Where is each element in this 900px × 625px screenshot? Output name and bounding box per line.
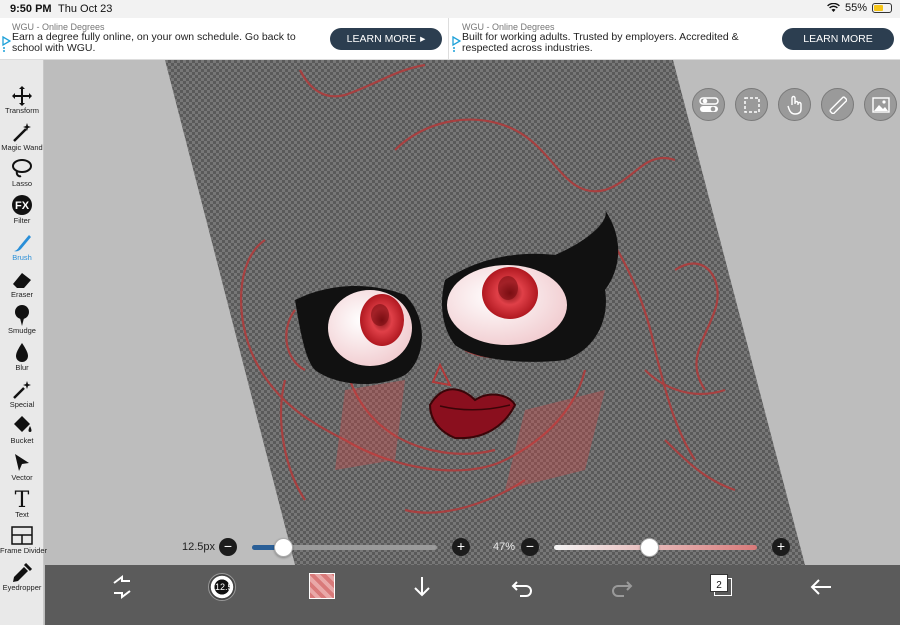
tool-frame-divider[interactable]: Frame Divider xyxy=(0,524,48,560)
tool-label: Blur xyxy=(15,362,29,372)
opacity-thumb[interactable] xyxy=(640,538,660,557)
artwork xyxy=(165,60,805,565)
ruler-button[interactable] xyxy=(821,88,854,121)
opacity-minus-button[interactable]: − xyxy=(521,538,539,556)
tool-bucket[interactable]: Bucket xyxy=(0,414,44,450)
toggle-settings-button[interactable] xyxy=(692,88,725,121)
svg-text:T: T xyxy=(15,488,30,510)
learn-more-label: LEARN MORE xyxy=(346,33,417,45)
tool-label: Smudge xyxy=(8,326,36,336)
arrow-down-icon[interactable] xyxy=(408,573,436,601)
learn-more-button[interactable]: LEARN MORE ▸ xyxy=(330,28,442,50)
tool-eraser[interactable]: Eraser xyxy=(0,268,44,304)
brush-size-plus-button[interactable]: + xyxy=(452,538,470,556)
status-bar: 9:50 PM Thu Oct 23 55% xyxy=(0,0,900,18)
ad-banner-bar: WGU - Online Degrees Earn a degree fully… xyxy=(0,18,900,60)
ruler-pen-icon xyxy=(828,95,847,114)
bottom-bar: 12.5 2 xyxy=(45,565,900,625)
selection-button[interactable] xyxy=(735,88,768,121)
svg-text:FX: FX xyxy=(15,200,30,212)
tool-label: Lasso xyxy=(11,179,32,189)
dashed-selection-icon xyxy=(743,96,760,113)
tool-text[interactable]: T Text xyxy=(0,488,44,524)
move-arrows-icon xyxy=(12,86,32,106)
brush-size-minus-button[interactable]: − xyxy=(219,538,237,556)
ad-banner-2[interactable]: WGU - Online Degrees Built for working a… xyxy=(450,18,900,60)
special-brush-icon xyxy=(13,380,31,399)
wifi-icon xyxy=(827,3,840,12)
lasso-icon xyxy=(12,159,32,178)
learn-more-button[interactable]: LEARN MORE xyxy=(782,28,894,50)
smudge-icon xyxy=(15,305,29,327)
eyedropper-icon xyxy=(13,563,33,583)
fx-icon: FX xyxy=(12,195,32,216)
ad-banner-1[interactable]: WGU - Online Degrees Earn a degree fully… xyxy=(0,18,449,60)
slider-row: 12.5px − + 47% − + xyxy=(175,537,800,559)
opacity-label: 47% xyxy=(493,541,516,553)
image-icon xyxy=(871,96,890,113)
tool-vector[interactable]: Vector xyxy=(0,451,44,487)
droplet-icon xyxy=(16,342,28,362)
eraser-icon xyxy=(13,272,31,288)
tool-smudge[interactable]: Smudge xyxy=(0,304,44,340)
tool-eyedropper[interactable]: Eyedropper xyxy=(0,561,44,597)
play-arrow-icon: ▸ xyxy=(420,33,426,45)
tool-brush[interactable]: Brush xyxy=(0,231,44,267)
brush-preview-button[interactable]: 12.5 xyxy=(208,573,236,601)
tool-blur[interactable]: Blur xyxy=(0,341,44,377)
tool-label: Text xyxy=(15,509,29,519)
status-time: 9:50 PM xyxy=(10,3,52,15)
tool-special[interactable]: Special xyxy=(0,378,44,414)
toggle-switches-icon xyxy=(698,96,719,112)
text-icon: T xyxy=(15,488,30,510)
drawing-canvas[interactable] xyxy=(45,60,900,565)
ad-choices-icon[interactable] xyxy=(2,35,11,53)
magic-wand-icon xyxy=(13,122,31,142)
tool-filter[interactable]: FX Filter xyxy=(0,194,44,230)
status-date: Thu Oct 23 xyxy=(58,3,113,15)
battery-percent: 55% xyxy=(844,2,867,14)
tool-label: Brush xyxy=(12,252,32,262)
redo-icon[interactable] xyxy=(608,573,636,601)
layers-button[interactable]: 2 xyxy=(710,574,734,598)
quick-tools xyxy=(692,88,897,121)
rotate-flip-icon[interactable] xyxy=(108,573,136,601)
tool-label: Filter xyxy=(13,216,31,226)
brush-size-label: 12.5px xyxy=(182,541,216,553)
tool-label: Frame Divider xyxy=(0,546,48,556)
app-root: 9:50 PM Thu Oct 23 55% WGU - Online Degr… xyxy=(0,0,900,625)
brush-icon xyxy=(14,234,31,252)
learn-more-label: LEARN MORE xyxy=(803,33,873,45)
tool-label: Eraser xyxy=(10,289,34,299)
color-swatch-button[interactable] xyxy=(309,573,335,599)
bucket-icon xyxy=(14,416,32,433)
pointer-arrow-icon xyxy=(15,454,29,471)
tool-label: Transform xyxy=(5,106,39,115)
layers-count: 2 xyxy=(716,580,722,591)
tool-magic-wand[interactable]: Magic Wand xyxy=(0,121,44,157)
ad-choices-icon[interactable] xyxy=(452,35,461,53)
tool-label: Magic Wand xyxy=(1,142,43,152)
brush-size-thumb[interactable] xyxy=(274,538,294,557)
status-right: 55% xyxy=(827,2,892,14)
ad-text: Earn a degree fully online, on your own … xyxy=(12,31,296,54)
material-button[interactable] xyxy=(864,88,897,121)
tool-transform[interactable]: Transform xyxy=(0,84,44,120)
tool-lasso[interactable]: Lasso xyxy=(0,157,44,193)
ad-text: Built for working adults. Trusted by emp… xyxy=(462,31,739,54)
frame-divider-icon xyxy=(11,526,33,546)
undo-icon[interactable] xyxy=(508,573,536,601)
tool-sidebar: Transform Magic Wand Lasso FX Filter Brush Era… xyxy=(0,60,48,625)
tool-label: Bucket xyxy=(10,436,34,446)
opacity-plus-button[interactable]: + xyxy=(772,538,790,556)
tool-label: Eyedropper xyxy=(2,583,42,593)
tool-label: Vector xyxy=(11,473,33,482)
back-arrow-icon[interactable] xyxy=(807,573,835,601)
brush-preview-value: 12.5 xyxy=(215,582,233,592)
touch-button[interactable] xyxy=(778,88,811,121)
battery-icon xyxy=(872,3,892,13)
tool-label: Special xyxy=(9,399,35,409)
hand-pointer-icon xyxy=(786,95,802,115)
